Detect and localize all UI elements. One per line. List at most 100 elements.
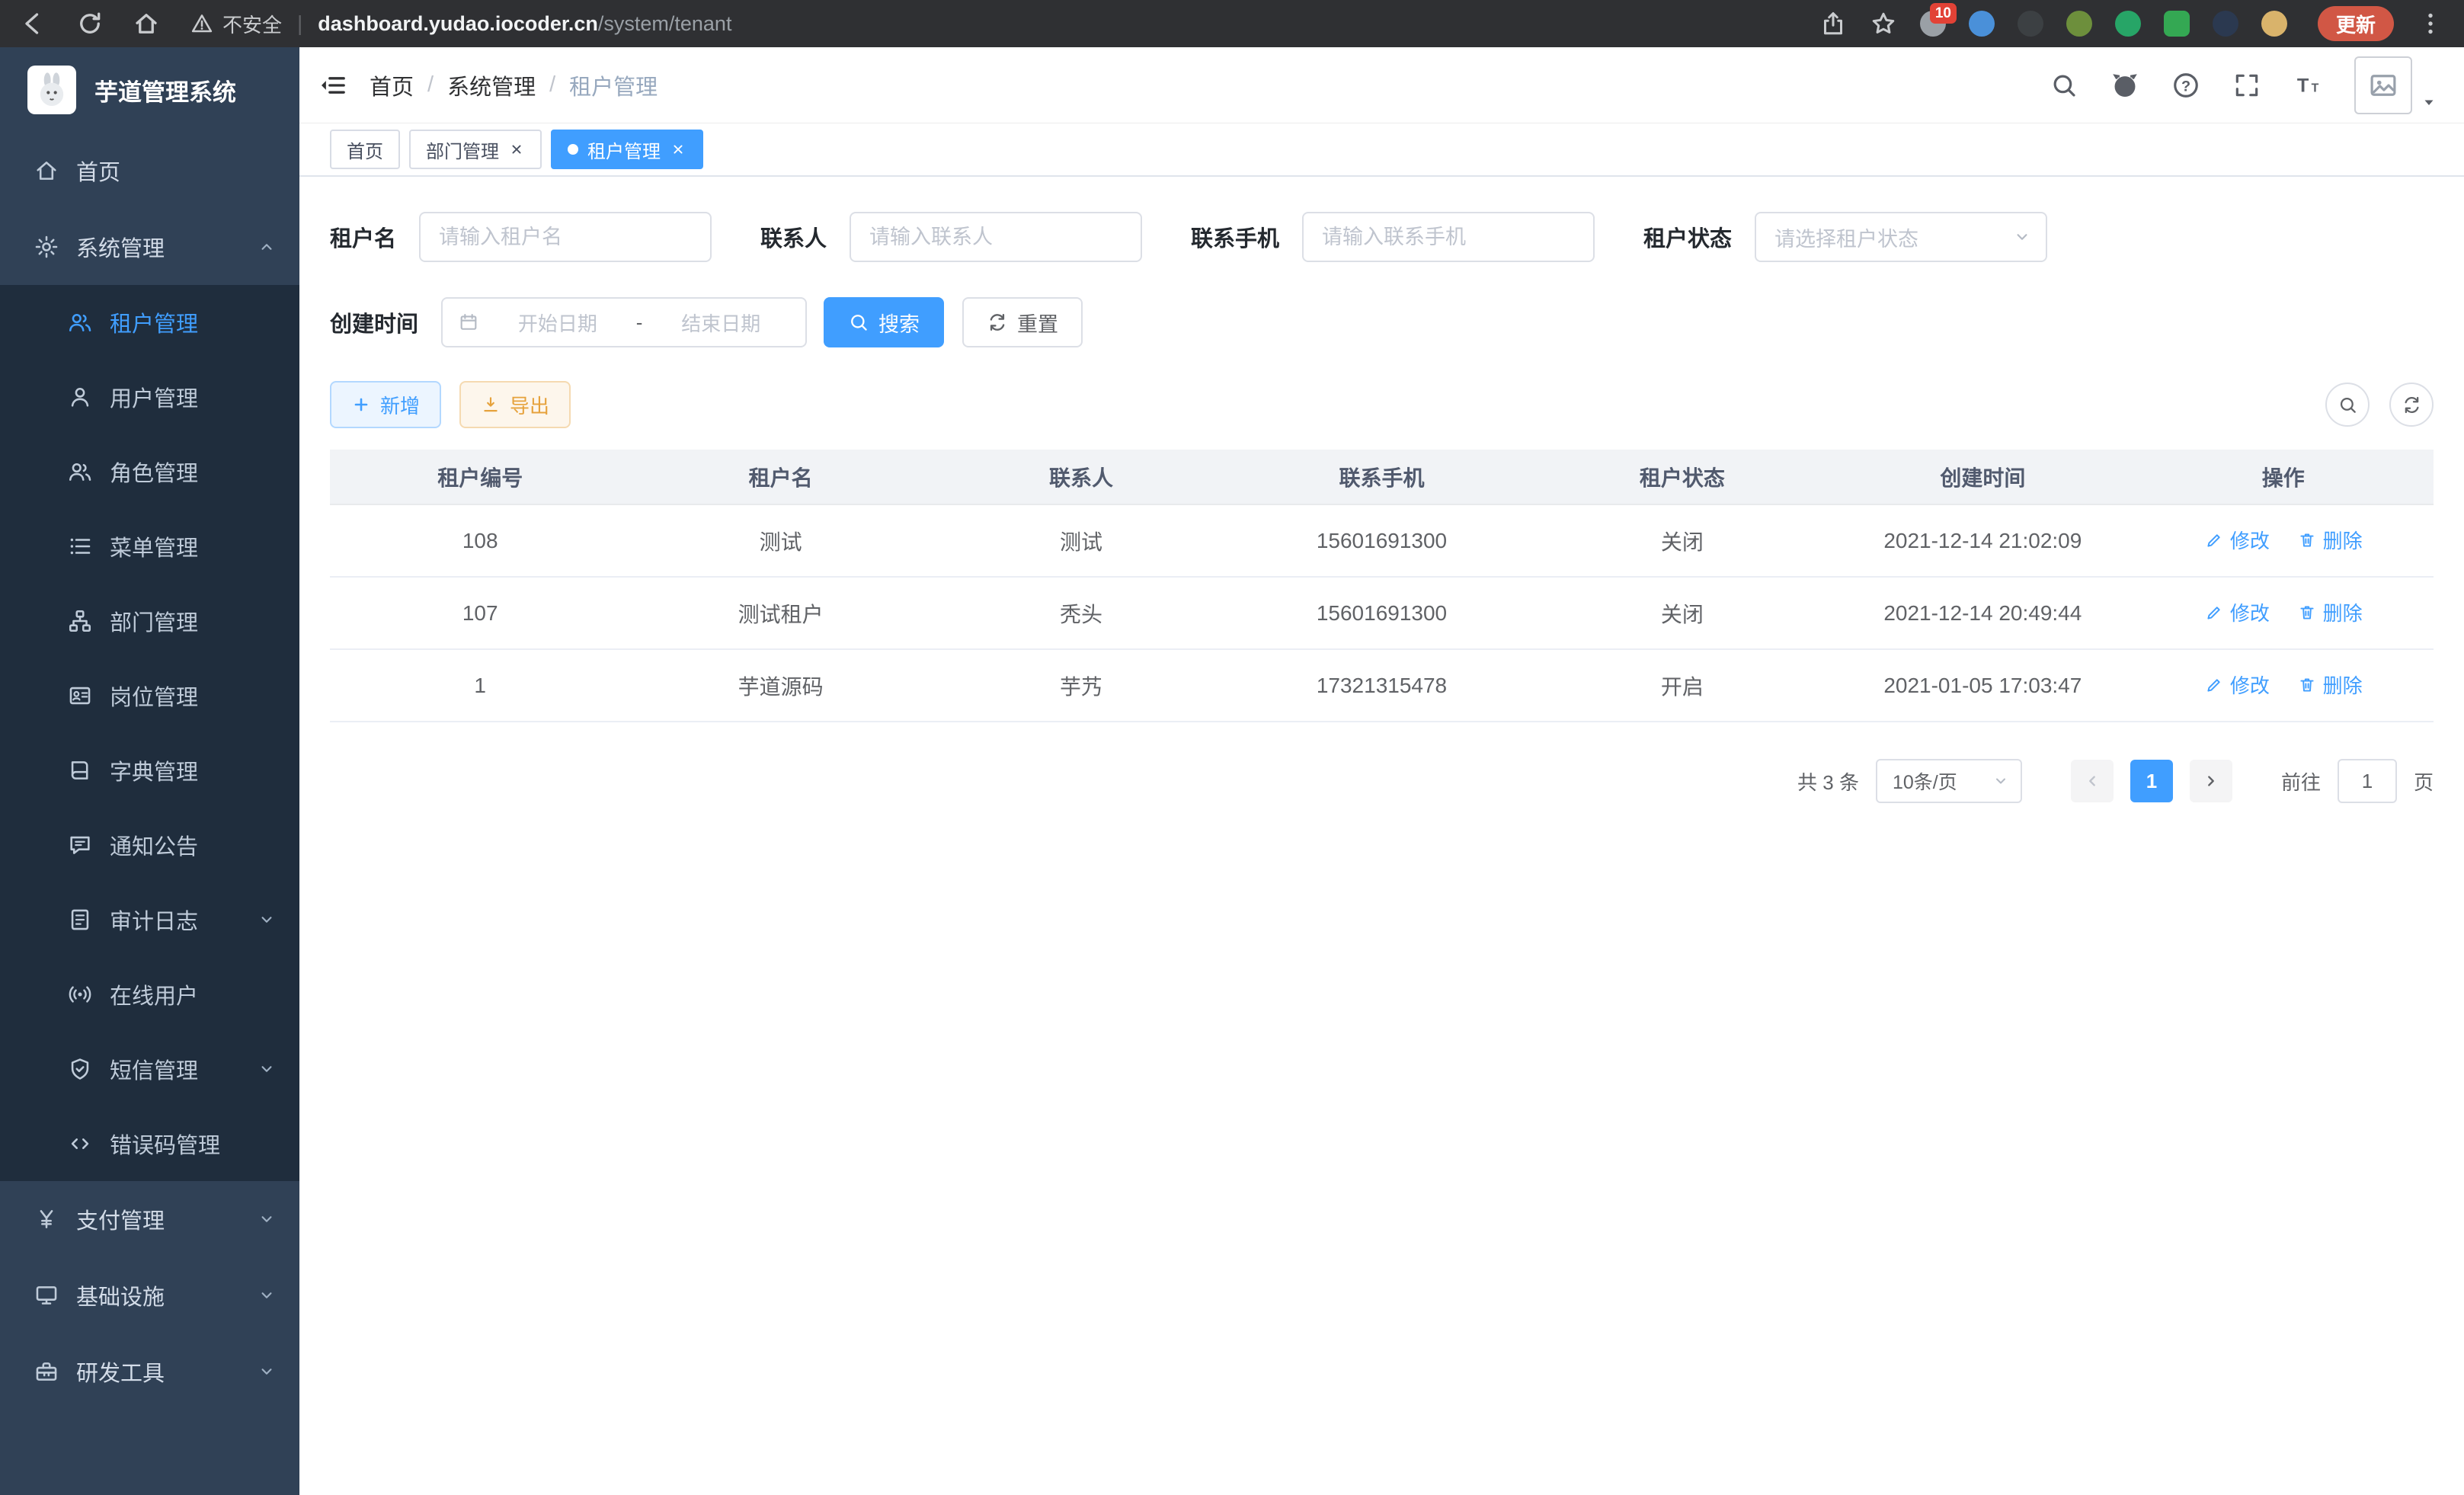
- delete-link[interactable]: 删除: [2297, 598, 2363, 626]
- gear-icon: [34, 234, 59, 260]
- chevron-down-icon: [257, 910, 277, 930]
- breadcrumb-item[interactable]: 首页: [370, 69, 414, 101]
- sidebar-item-tenant[interactable]: 租户管理: [0, 285, 299, 360]
- edit-link[interactable]: 修改: [2204, 598, 2270, 626]
- fullscreen-icon[interactable]: [2232, 71, 2261, 100]
- goto-page-input[interactable]: [2338, 759, 2397, 803]
- refresh-icon: [2402, 395, 2422, 415]
- tab-dept[interactable]: 部门管理: [409, 130, 542, 169]
- column-header: 联系人: [931, 450, 1231, 504]
- delete-link[interactable]: 删除: [2297, 671, 2363, 699]
- sidebar-item-notice[interactable]: 通知公告: [0, 808, 299, 882]
- column-header: 创建时间: [1832, 450, 2133, 504]
- search-icon: [848, 312, 869, 333]
- close-icon[interactable]: [670, 141, 686, 158]
- security-indicator[interactable]: 不安全: [190, 10, 282, 38]
- extension-icon[interactable]: 10: [1920, 11, 1946, 37]
- table-row: 1 芋道源码 芋艿 17321315478 开启 2021-01-05 17:0…: [330, 649, 2434, 722]
- search-icon[interactable]: [2050, 71, 2078, 100]
- sidebar-item-role[interactable]: 角色管理: [0, 434, 299, 509]
- sidebar-fold-button[interactable]: [299, 47, 366, 123]
- search-button[interactable]: 搜索: [824, 297, 944, 347]
- sidebar-item-label: 租户管理: [110, 306, 198, 338]
- tenant-table: 租户编号 租户名 联系人 联系手机 租户状态 创建时间 操作 108 测试 测试: [330, 450, 2434, 722]
- page-size-select[interactable]: 10条/页: [1876, 759, 2022, 803]
- profile-icon[interactable]: [2261, 11, 2287, 37]
- cell-phone: 15601691300: [1231, 577, 1531, 649]
- tab-home[interactable]: 首页: [330, 130, 400, 169]
- extension-icon[interactable]: [2164, 11, 2190, 37]
- contact-input[interactable]: [850, 212, 1142, 262]
- rabbit-icon: [30, 69, 73, 111]
- pagination: 共 3 条 10条/页 1 前往 页: [330, 759, 2434, 834]
- extension-icon[interactable]: [2066, 11, 2092, 37]
- status-select[interactable]: 请选择租户状态: [1755, 212, 2047, 262]
- table-row: 108 测试 测试 15601691300 关闭 2021-12-14 21:0…: [330, 504, 2434, 577]
- sidebar-item-dept[interactable]: 部门管理: [0, 584, 299, 658]
- extension-icon[interactable]: [2018, 11, 2043, 37]
- chevron-down-icon: [257, 1362, 277, 1381]
- edit-icon: [2204, 530, 2224, 550]
- delete-link[interactable]: 删除: [2297, 526, 2363, 554]
- sidebar-item-audit-log[interactable]: 审计日志: [0, 882, 299, 957]
- phone-input[interactable]: [1302, 212, 1595, 262]
- avatar: [2354, 56, 2412, 114]
- font-size-icon[interactable]: TT: [2293, 71, 2322, 100]
- back-icon[interactable]: [20, 10, 47, 37]
- phone-label: 联系手机: [1191, 221, 1279, 253]
- share-icon[interactable]: [1819, 10, 1847, 37]
- message-icon: [67, 832, 93, 858]
- page-number-button[interactable]: 1: [2130, 760, 2173, 802]
- tab-tenant[interactable]: 租户管理: [551, 130, 703, 169]
- sidebar-item-dict[interactable]: 字典管理: [0, 733, 299, 808]
- tenant-name-input[interactable]: [419, 212, 712, 262]
- export-button-label: 导出: [510, 391, 549, 419]
- puzzle-extension-icon[interactable]: [2213, 11, 2238, 37]
- sidebar-item-payment[interactable]: 支付管理: [0, 1181, 299, 1257]
- list-icon: [67, 533, 93, 559]
- browser-menu-icon[interactable]: [2417, 10, 2444, 37]
- sidebar-item-infra[interactable]: 基础设施: [0, 1257, 299, 1333]
- sidebar-item-label: 错误码管理: [110, 1128, 220, 1160]
- logo-avatar: [27, 66, 76, 114]
- user-menu[interactable]: [2354, 56, 2438, 114]
- sidebar-item-sms[interactable]: 短信管理: [0, 1032, 299, 1106]
- create-time-range-picker[interactable]: 开始日期 - 结束日期: [441, 297, 807, 347]
- reset-button[interactable]: 重置: [962, 297, 1083, 347]
- prev-page-button[interactable]: [2071, 760, 2114, 802]
- breadcrumb-item[interactable]: 系统管理: [447, 69, 536, 101]
- tenant-name-label: 租户名: [330, 221, 396, 253]
- github-icon[interactable]: [2110, 71, 2139, 100]
- status-select-placeholder: 请选择租户状态: [1774, 222, 2012, 252]
- sidebar-item-menu[interactable]: 菜单管理: [0, 509, 299, 584]
- chevron-down-icon: [257, 1059, 277, 1079]
- sidebar-item-error-code[interactable]: 错误码管理: [0, 1106, 299, 1181]
- add-button[interactable]: 新增: [330, 381, 441, 428]
- bookmark-star-icon[interactable]: [1870, 10, 1897, 37]
- chevron-down-icon: [2012, 227, 2032, 247]
- toggle-search-button[interactable]: [2325, 383, 2370, 427]
- edit-link[interactable]: 修改: [2204, 671, 2270, 699]
- cell-actions: 修改 删除: [2133, 649, 2434, 722]
- close-icon[interactable]: [508, 141, 525, 158]
- sidebar-item-devtools[interactable]: 研发工具: [0, 1333, 299, 1410]
- top-header: 首页 / 系统管理 / 租户管理 ? TT: [299, 47, 2464, 123]
- edit-link[interactable]: 修改: [2204, 526, 2270, 554]
- reload-icon[interactable]: [76, 10, 104, 37]
- help-icon[interactable]: ?: [2171, 71, 2200, 100]
- sidebar-item-label: 部门管理: [110, 605, 198, 637]
- refresh-button[interactable]: [2389, 383, 2434, 427]
- sidebar-item-home[interactable]: 首页: [0, 133, 299, 209]
- browser-home-icon[interactable]: [133, 10, 160, 37]
- role-icon: [67, 459, 93, 485]
- sidebar-item-system[interactable]: 系统管理: [0, 209, 299, 285]
- export-button[interactable]: 导出: [459, 381, 571, 428]
- address-bar[interactable]: dashboard.yudao.iocoder.cn /system/tenan…: [318, 12, 731, 36]
- sidebar-item-online-user[interactable]: 在线用户: [0, 957, 299, 1032]
- sidebar-item-user[interactable]: 用户管理: [0, 360, 299, 434]
- sidebar-item-post[interactable]: 岗位管理: [0, 658, 299, 733]
- extension-icon[interactable]: [2115, 11, 2141, 37]
- next-page-button[interactable]: [2190, 760, 2232, 802]
- extension-icon[interactable]: [1969, 11, 1995, 37]
- update-button[interactable]: 更新: [2318, 6, 2394, 41]
